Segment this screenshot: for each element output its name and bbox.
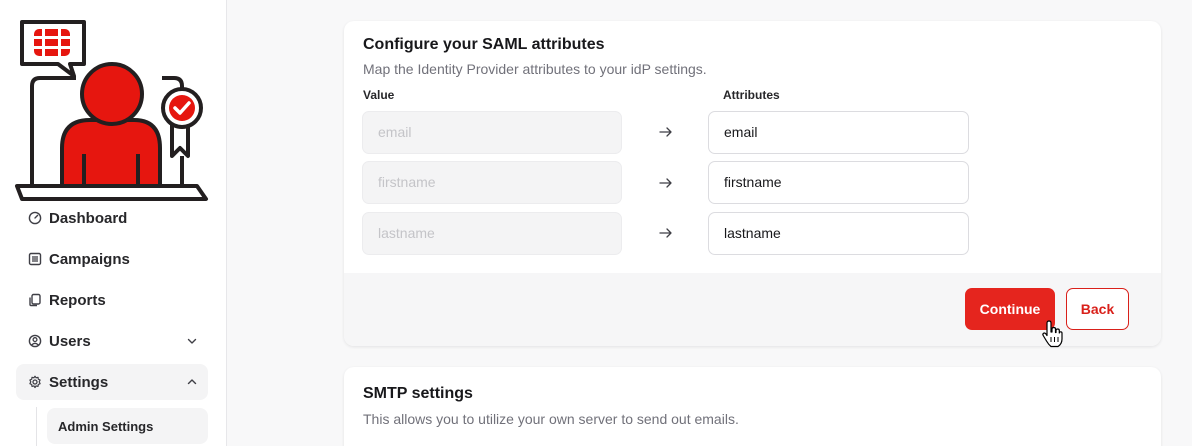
user-circle-icon (28, 334, 42, 348)
hand-pointer-cursor-icon (1042, 320, 1063, 348)
back-button[interactable]: Back (1066, 288, 1129, 330)
card-footer: Continue Back (344, 273, 1161, 346)
speedometer-icon (28, 211, 42, 225)
arrow-right-icon (659, 127, 672, 137)
sidebar-item-label: Reports (49, 291, 106, 309)
columns-icon (28, 252, 42, 266)
smtp-settings-card: SMTP settings This allows you to utilize… (344, 367, 1161, 446)
card-title: SMTP settings (363, 385, 473, 402)
card-subtitle: Map the Identity Provider attributes to … (363, 61, 707, 77)
sidebar-item-users[interactable]: Users (16, 323, 208, 359)
card-title: Configure your SAML attributes (363, 36, 605, 53)
arrow-right-icon (659, 178, 672, 188)
value-field-firstname: firstname (362, 161, 622, 204)
copy-icon (28, 293, 42, 307)
attributes-column-header: Attributes (723, 88, 780, 102)
user-certified-illustration-logo (15, 20, 208, 201)
sidebar-item-label: Users (49, 332, 91, 350)
attribute-input-firstname[interactable]: firstname (708, 161, 969, 204)
sidebar: Dashboard Campaigns Reports Users Settin… (0, 0, 227, 446)
arrow-right-icon (659, 228, 672, 238)
sidebar-item-campaigns[interactable]: Campaigns (16, 241, 208, 277)
value-column-header: Value (363, 88, 395, 102)
chevron-down-icon[interactable] (186, 335, 198, 347)
sidebar-subitem-label: Admin Settings (58, 418, 154, 434)
attribute-input-lastname[interactable]: lastname (708, 212, 969, 255)
subnav-divider (36, 407, 37, 446)
sidebar-item-label: Campaigns (49, 250, 130, 268)
gear-icon (28, 375, 42, 389)
card-subtitle: This allows you to utilize your own serv… (363, 411, 739, 427)
value-field-email: email (362, 111, 622, 154)
sidebar-subitem-admin-settings[interactable]: Admin Settings (47, 408, 208, 444)
sidebar-item-settings[interactable]: Settings (16, 364, 208, 400)
attribute-input-email[interactable]: email (708, 111, 969, 154)
value-field-lastname: lastname (362, 212, 622, 255)
sidebar-nav: Dashboard Campaigns Reports Users Settin… (16, 200, 208, 405)
sidebar-item-label: Settings (49, 373, 109, 391)
sidebar-item-reports[interactable]: Reports (16, 282, 208, 318)
sidebar-item-label: Dashboard (49, 209, 128, 227)
saml-attributes-card: Configure your SAML attributes Map the I… (344, 21, 1161, 346)
sidebar-item-dashboard[interactable]: Dashboard (16, 200, 208, 236)
chevron-up-icon[interactable] (186, 376, 198, 388)
